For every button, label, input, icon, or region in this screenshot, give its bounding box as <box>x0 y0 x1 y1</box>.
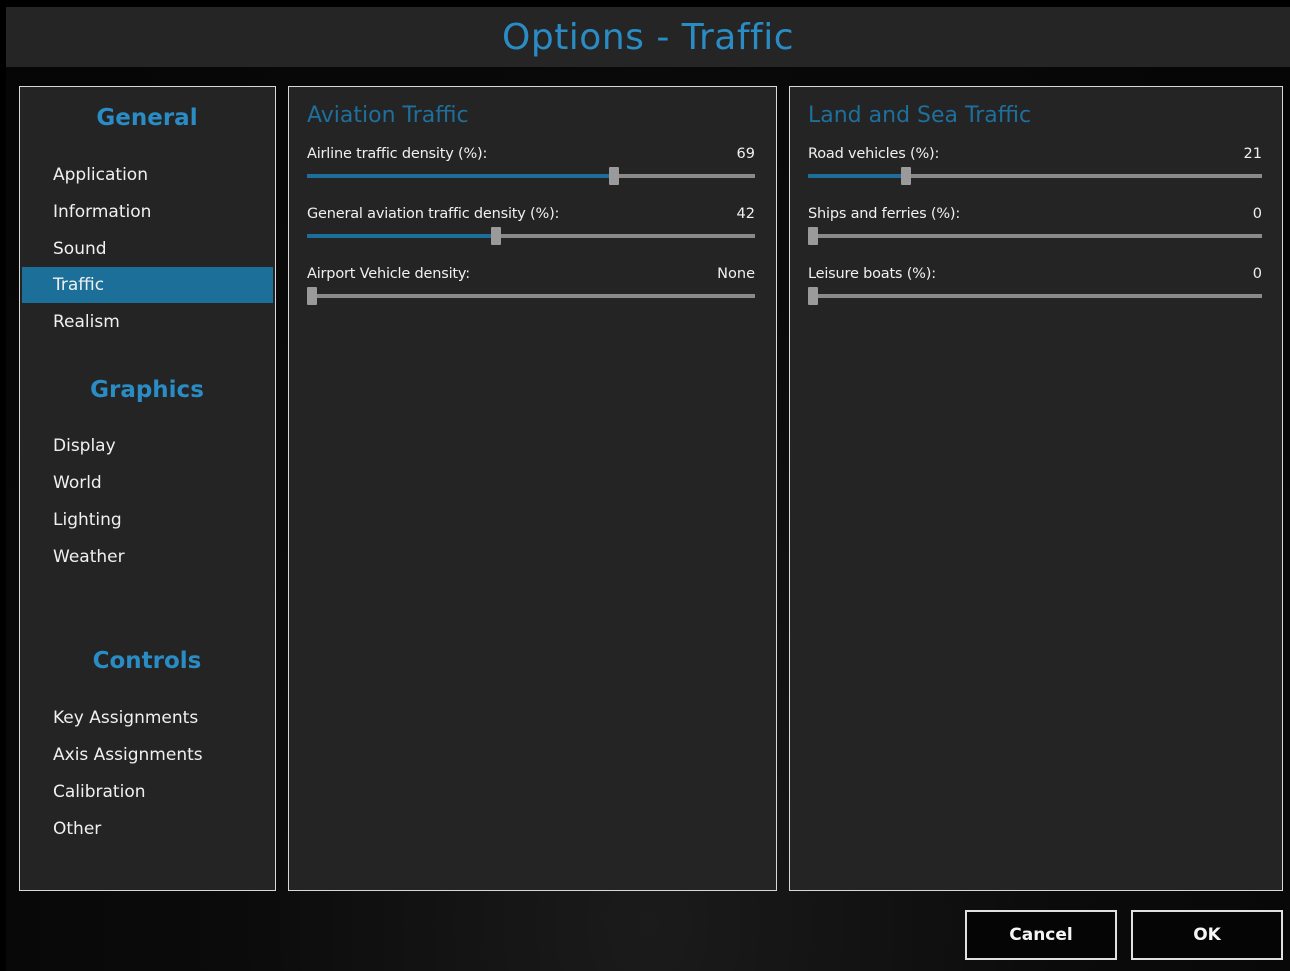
slider-fill <box>307 234 491 238</box>
aviation-traffic-title: Aviation Traffic <box>307 103 469 128</box>
options-window: Options - Traffic General Application In… <box>6 7 1290 971</box>
slider-track <box>307 294 755 298</box>
leisure-boats-value: 0 <box>1252 266 1262 282</box>
road-vehicles-label: Road vehicles (%): <box>808 146 940 162</box>
aviation-traffic-panel: Aviation Traffic Airline traffic density… <box>288 86 777 891</box>
slider-thumb[interactable] <box>491 227 501 245</box>
ships-ferries-setting: Ships and ferries (%): 0 <box>808 206 1262 256</box>
road-vehicles-setting: Road vehicles (%): 21 <box>808 146 1262 196</box>
sidebar-item-traffic[interactable]: Traffic <box>22 267 273 303</box>
airport-vehicle-label: Airport Vehicle density: <box>307 266 470 282</box>
nav-heading-general: General <box>96 105 198 131</box>
sidebar-item-information[interactable]: Information <box>22 194 273 230</box>
nav-heading-controls: Controls <box>92 648 202 674</box>
ships-ferries-value: 0 <box>1252 206 1262 222</box>
sidebar-item-calibration[interactable]: Calibration <box>22 774 273 810</box>
sidebar-item-realism[interactable]: Realism <box>22 304 273 340</box>
general-aviation-setting: General aviation traffic density (%): 42 <box>307 206 755 256</box>
general-aviation-slider[interactable] <box>307 224 755 250</box>
ships-ferries-slider[interactable] <box>808 224 1262 250</box>
slider-thumb[interactable] <box>609 167 619 185</box>
airport-vehicle-slider[interactable] <box>307 284 755 310</box>
airline-traffic-setting: Airline traffic density (%): 69 <box>307 146 755 196</box>
slider-fill <box>808 174 901 178</box>
leisure-boats-slider[interactable] <box>808 284 1262 310</box>
leisure-boats-setting: Leisure boats (%): 0 <box>808 266 1262 316</box>
land-sea-traffic-panel: Land and Sea Traffic Road vehicles (%): … <box>789 86 1283 891</box>
airport-vehicle-value: None <box>717 266 755 282</box>
ok-button[interactable]: OK <box>1131 910 1283 960</box>
slider-track <box>808 294 1262 298</box>
cancel-button[interactable]: Cancel <box>965 910 1117 960</box>
slider-thumb[interactable] <box>808 227 818 245</box>
sidebar-item-weather[interactable]: Weather <box>22 539 273 575</box>
window-title: Options - Traffic <box>502 17 794 58</box>
general-aviation-value: 42 <box>736 206 755 222</box>
slider-thumb[interactable] <box>307 287 317 305</box>
sidebar-item-application[interactable]: Application <box>22 157 273 193</box>
sidebar-nav: General Application Information Sound Tr… <box>19 86 276 891</box>
sidebar-item-lighting[interactable]: Lighting <box>22 502 273 538</box>
sidebar-item-axis-assignments[interactable]: Axis Assignments <box>22 737 273 773</box>
ships-ferries-label: Ships and ferries (%): <box>808 206 961 222</box>
slider-thumb[interactable] <box>808 287 818 305</box>
airport-vehicle-setting: Airport Vehicle density: None <box>307 266 755 316</box>
title-bar: Options - Traffic <box>6 7 1290 67</box>
sidebar-item-other[interactable]: Other <box>22 811 273 847</box>
sidebar-item-key-assignments[interactable]: Key Assignments <box>22 700 273 736</box>
slider-thumb[interactable] <box>901 167 911 185</box>
slider-track <box>808 234 1262 238</box>
road-vehicles-value: 21 <box>1243 146 1262 162</box>
nav-heading-graphics: Graphics <box>90 377 204 403</box>
sidebar-item-world[interactable]: World <box>22 465 273 501</box>
airline-traffic-value: 69 <box>736 146 755 162</box>
airline-traffic-slider[interactable] <box>307 164 755 190</box>
sidebar-item-display[interactable]: Display <box>22 428 273 464</box>
road-vehicles-slider[interactable] <box>808 164 1262 190</box>
sidebar-item-sound[interactable]: Sound <box>22 231 273 267</box>
airline-traffic-label: Airline traffic density (%): <box>307 146 488 162</box>
general-aviation-label: General aviation traffic density (%): <box>307 206 560 222</box>
land-sea-traffic-title: Land and Sea Traffic <box>808 103 1032 128</box>
leisure-boats-label: Leisure boats (%): <box>808 266 936 282</box>
slider-fill <box>307 174 609 178</box>
